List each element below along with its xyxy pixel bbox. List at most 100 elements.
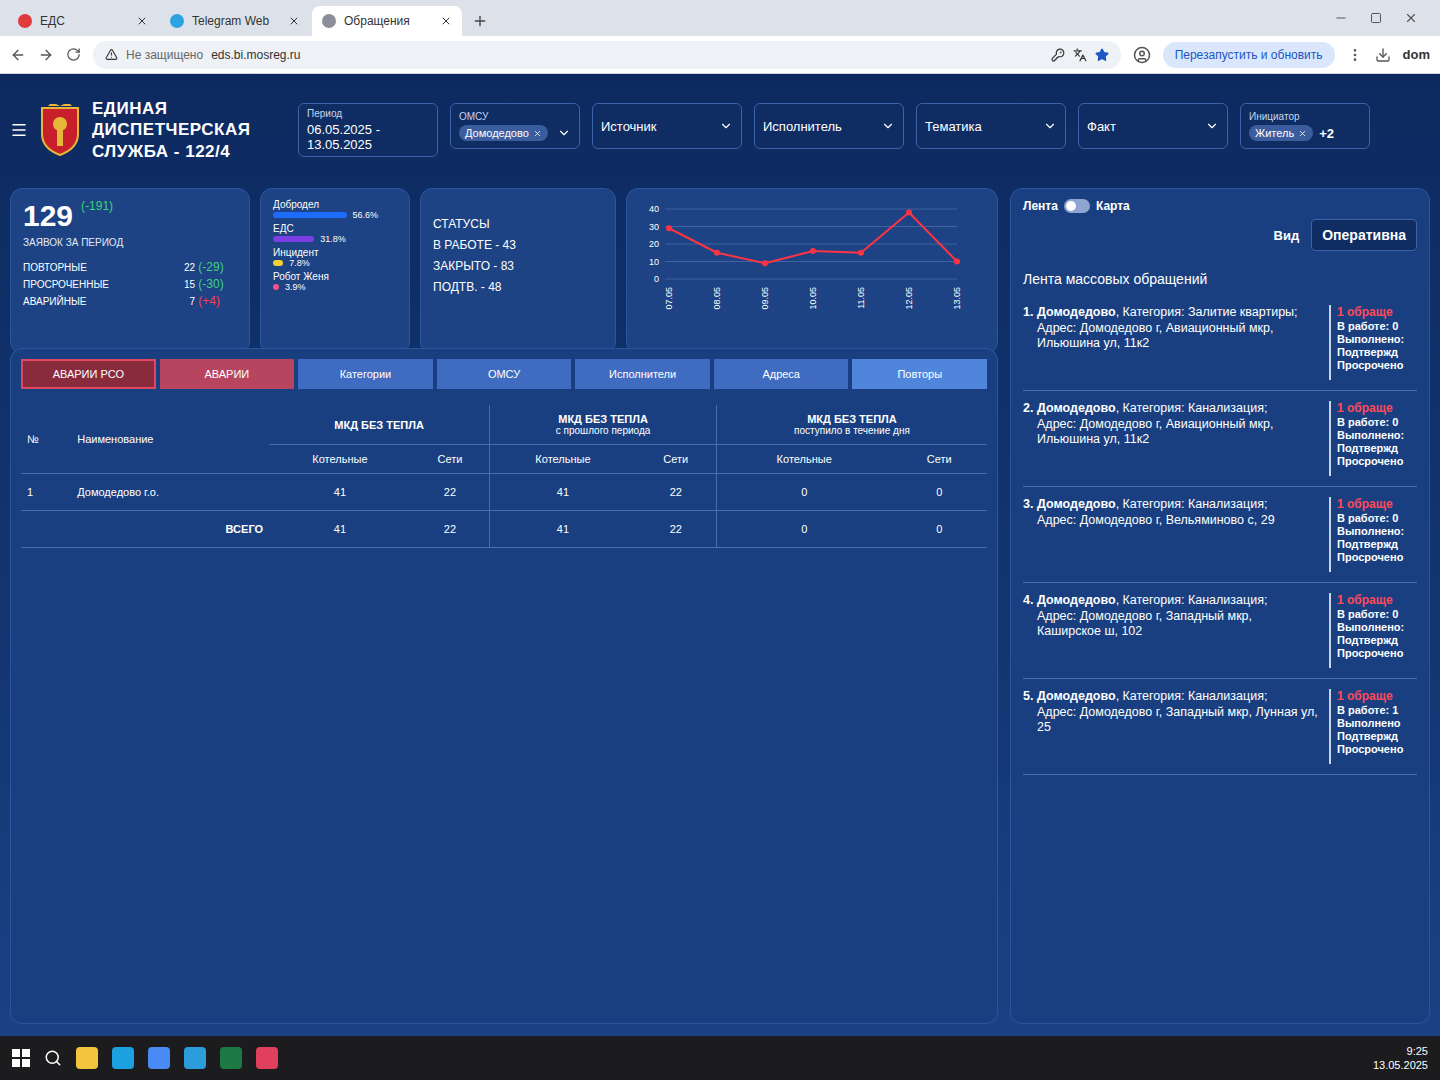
back-icon[interactable] [10,47,26,63]
feed-item[interactable]: 1. Домодедово, Категория: Залитие кварти… [1023,295,1417,391]
item-address: Адрес: Домодедово г, Западный мкр, Кашир… [1023,609,1319,640]
nav-tab[interactable]: Исполнители [575,359,710,389]
browser-tab[interactable]: ЕДС [8,6,158,36]
item-stat: Выполнено: [1337,429,1417,441]
nav-tab[interactable]: Категории [298,359,433,389]
view-select[interactable]: Оперативна [1311,219,1417,251]
browser-tab[interactable]: Telegram Web [160,6,310,36]
nav-tab[interactable]: АВАРИИ [160,359,295,389]
table-subheader-row: КотельныеСетиКотельныеСетиКотельныеСети [21,445,987,474]
chart-card: 40302010007.0508.0509.0510.0511.0512.051… [626,188,998,354]
source-label: Инцидент [273,247,397,258]
source-label: Робот Женя [273,271,397,282]
chevron-down-icon [1043,119,1057,133]
url-field[interactable]: Не защищеноeds.bi.mosreg.ru [93,41,1121,69]
hamburger-icon[interactable] [10,121,28,139]
filter[interactable]: Период06.05.2025 - 13.05.2025 [298,103,438,157]
feed-item[interactable]: 3. Домодедово, Категория: Канализация;Ад… [1023,487,1417,583]
source-bar [273,260,283,266]
close-icon[interactable] [440,15,452,27]
filter[interactable]: Факт [1078,103,1228,149]
address-bar: Не защищеноeds.bi.mosreg.ru Перезапустить… [0,36,1440,74]
nav-tab[interactable]: Повторы [852,359,987,389]
feed-text: 5. Домодедово, Категория: Канализация;Ад… [1023,689,1319,764]
grid-line [665,261,957,262]
filter[interactable]: ОМСУДомодедово [450,103,580,149]
source-label: Добродел [273,199,397,210]
filter[interactable]: Тематика [916,103,1066,149]
summary-value: 15 [167,279,195,290]
summary-delta: (-29) [195,260,237,274]
taskbar-app-icon[interactable] [184,1047,206,1069]
item-city: Домодедово [1037,593,1116,607]
item-number: 1. [1023,305,1037,319]
close-icon[interactable] [136,15,148,27]
item-category: , Категория: Канализация; [1116,497,1268,511]
profile-icon[interactable] [1133,46,1151,64]
total-row: ВСЕГО4122412200 [21,511,987,548]
item-address: Адрес: Домодедово г, Авиационный мкр, Ил… [1023,321,1319,352]
filter[interactable]: Исполнитель [754,103,904,149]
search-icon[interactable] [44,1049,62,1067]
x-tick-label: 13.05 [952,287,962,310]
feed-item[interactable]: 4. Домодедово, Категория: Канализация;Ад… [1023,583,1417,679]
main-column: 129(-191)ЗАЯВОК ЗА ПЕРИОДПОВТОРНЫЕ22 (-2… [10,188,998,1024]
chip-remove-icon[interactable] [533,129,542,138]
table-cell: 0 [892,474,987,511]
filter-chip[interactable]: Житель [1249,125,1313,141]
nav-tab[interactable]: Адреса [714,359,849,389]
item-count: 1 обраще [1337,497,1417,511]
statuses-title: СТАТУСЫ [433,217,603,231]
taskbar-app-icon[interactable] [220,1047,242,1069]
item-stat: В работе: 0 [1337,416,1417,428]
update-button[interactable]: Перезапустить и обновить [1163,42,1335,68]
nav-tab[interactable]: ОМСУ [437,359,572,389]
minimize-icon[interactable] [1334,11,1348,25]
summary-label: ПРОСРОЧЕННЫЕ [23,279,167,290]
feed-item[interactable]: 5. Домодедово, Категория: Канализация;Ад… [1023,679,1417,775]
status-list: СТАТУСЫВ РАБОТЕ - 43ЗАКРЫТО - 83ПОДТВ. -… [433,199,603,294]
column-header: Наименование [71,405,269,474]
taskbar-app-icon[interactable] [112,1047,134,1069]
forward-icon[interactable] [38,47,54,63]
taskbar-app-icon[interactable] [76,1047,98,1069]
nav-tabs: АВАРИИ РСОАВАРИИКатегорииОМСУИсполнители… [21,359,987,389]
more-count: +2 [1319,126,1334,141]
download-icon[interactable] [1375,47,1391,63]
nav-tab[interactable]: АВАРИИ РСО [21,359,156,389]
feed-item[interactable]: 2. Домодедово, Категория: Канализация;Ад… [1023,391,1417,487]
filter-chip[interactable]: Домодедово [459,125,548,141]
browser-tab[interactable]: Обращения [312,6,462,36]
switch-track[interactable] [1064,199,1090,213]
source-list: Добродел56.6%ЕДС31.8%Инцидент7.8%Робот Ж… [273,199,397,292]
filter[interactable]: Источник [592,103,742,149]
title-line: ЕДИНАЯ [92,98,282,119]
y-tick-label: 30 [649,222,659,232]
chip-remove-icon[interactable] [1298,129,1307,138]
new-tab-button[interactable] [464,6,496,36]
windows-start-icon[interactable] [12,1049,30,1067]
title-line: СЛУЖБА - 122/4 [92,141,282,162]
filter[interactable]: ИнициаторЖитель+2 [1240,103,1370,149]
table-row[interactable]: 1Домодедово г.о.4122412200 [21,474,987,511]
chart-line [669,228,717,253]
summary-value: 22 [167,262,195,273]
view-switch[interactable]: ЛентаКарта [1023,199,1417,213]
summary-card: 129(-191)ЗАЯВОК ЗА ПЕРИОДПОВТОРНЫЕ22 (-2… [10,188,250,354]
taskbar-app-icon[interactable] [256,1047,278,1069]
url-text: eds.bi.mosreg.ru [211,48,300,62]
maximize-icon[interactable] [1370,12,1382,24]
close-window-icon[interactable] [1404,11,1418,25]
menu-dots-icon[interactable] [1347,47,1363,63]
item-stat: Подтвержд [1337,730,1417,742]
browser-tab-label: Telegram Web [192,14,280,28]
bookmark-star-icon[interactable] [1095,48,1109,62]
sources-card: Добродел56.6%ЕДС31.8%Инцидент7.8%Робот Ж… [260,188,410,354]
reload-icon[interactable] [66,47,81,62]
close-icon[interactable] [288,15,300,27]
filter-value: Тематика [925,119,1057,134]
grid-line [665,244,957,245]
taskbar-app-icon[interactable] [148,1047,170,1069]
dashboard-body: 129(-191)ЗАЯВОК ЗА ПЕРИОДПОВТОРНЫЕ22 (-2… [10,188,1430,1024]
item-number: 5. [1023,689,1037,703]
